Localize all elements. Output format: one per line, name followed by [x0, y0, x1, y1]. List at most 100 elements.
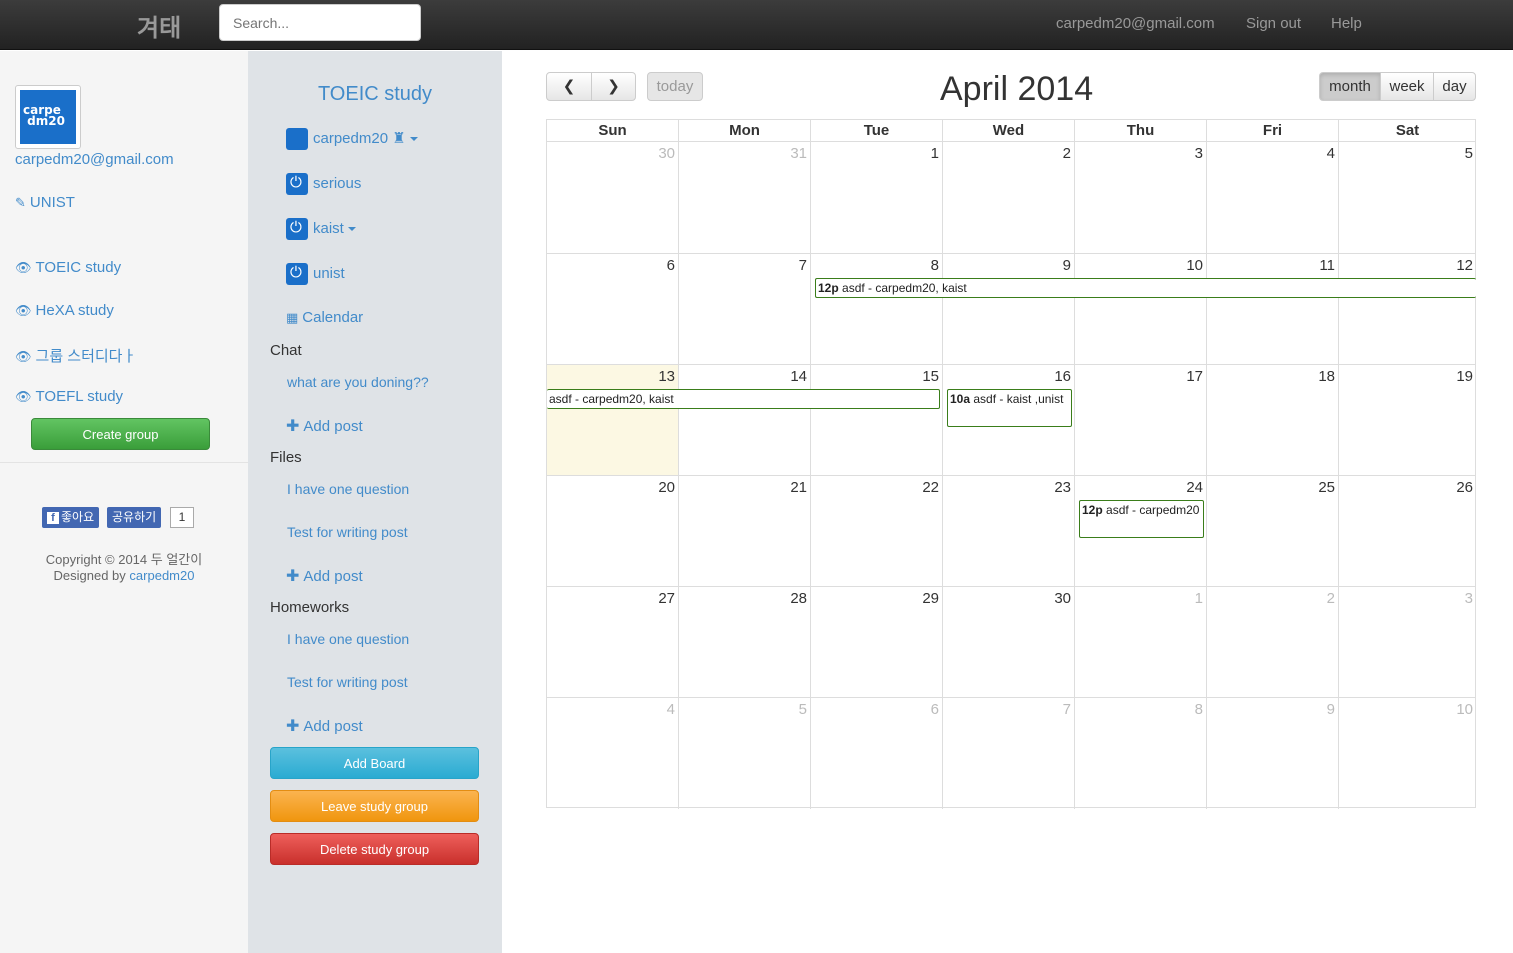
- group-link-toefl[interactable]: 👁 TOEFL study: [15, 388, 123, 405]
- weekday-header-sun: Sun: [547, 120, 679, 142]
- day-cell[interactable]: 8: [1075, 698, 1207, 809]
- day-cell[interactable]: 10: [1339, 698, 1476, 809]
- day-number: 23: [1054, 479, 1071, 496]
- post-link[interactable]: I have one question: [287, 631, 409, 647]
- sign-out-link[interactable]: Sign out: [1246, 15, 1301, 32]
- day-cell[interactable]: 12: [1339, 254, 1476, 365]
- search-input[interactable]: [219, 4, 421, 41]
- view-week-button[interactable]: week: [1380, 72, 1434, 101]
- event-title: asdf - carpedm20, kaist: [842, 281, 967, 295]
- today-button[interactable]: today: [647, 72, 703, 101]
- day-cell[interactable]: 18: [1207, 365, 1339, 476]
- event-title: asdf - kaist ,unist: [973, 392, 1064, 406]
- post-link[interactable]: I have one question: [287, 481, 409, 497]
- post-link[interactable]: Test for writing post: [287, 674, 408, 690]
- designer-link[interactable]: carpedm20: [129, 568, 194, 583]
- day-cell[interactable]: 10: [1075, 254, 1207, 365]
- calendar-event[interactable]: 12p asdf - carpedm20, kaist: [815, 278, 1476, 298]
- member-kaist[interactable]: ⏻ kaist: [286, 218, 356, 240]
- day-number: 9: [1062, 257, 1071, 274]
- facebook-like-button[interactable]: f 좋아요: [42, 507, 100, 528]
- day-cell[interactable]: 31: [679, 142, 811, 254]
- day-number: 16: [1054, 368, 1071, 385]
- day-number: 8: [1194, 701, 1203, 718]
- day-cell[interactable]: 29: [811, 587, 943, 698]
- day-cell[interactable]: 30: [547, 142, 679, 254]
- day-cell[interactable]: 13: [547, 365, 679, 476]
- next-month-button[interactable]: ❯: [591, 72, 636, 101]
- day-cell[interactable]: 7: [679, 254, 811, 365]
- create-group-button[interactable]: Create group: [31, 418, 210, 450]
- day-cell[interactable]: 9: [943, 254, 1075, 365]
- day-cell[interactable]: 8: [811, 254, 943, 365]
- profile-email-link[interactable]: carpedm20@gmail.com: [15, 151, 174, 168]
- delete-group-button[interactable]: Delete study group: [270, 833, 479, 865]
- day-cell[interactable]: 1: [811, 142, 943, 254]
- day-cell[interactable]: 9: [1207, 698, 1339, 809]
- brand-logo[interactable]: 겨태: [137, 8, 181, 43]
- user-email-link[interactable]: carpedm20@gmail.com: [1056, 15, 1215, 32]
- day-cell[interactable]: 6: [547, 254, 679, 365]
- day-cell[interactable]: 1: [1075, 587, 1207, 698]
- day-cell[interactable]: 22: [811, 476, 943, 587]
- add-post-homeworks[interactable]: ✚ Add post: [286, 716, 363, 736]
- day-cell[interactable]: 27: [547, 587, 679, 698]
- day-cell[interactable]: 2: [1207, 587, 1339, 698]
- calendar-event[interactable]: 12p asdf - carpedm20: [1079, 500, 1204, 538]
- help-link[interactable]: Help: [1331, 15, 1362, 32]
- day-cell[interactable]: 5: [679, 698, 811, 809]
- view-day-button[interactable]: day: [1433, 72, 1476, 101]
- leave-group-button[interactable]: Leave study group: [270, 790, 479, 822]
- top-navbar: 겨태 carpedm20@gmail.com Sign out Help: [0, 0, 1513, 50]
- day-cell[interactable]: 21: [679, 476, 811, 587]
- event-time: 12p: [1082, 503, 1103, 517]
- view-month-button[interactable]: month: [1319, 72, 1381, 101]
- day-cell[interactable]: 14: [679, 365, 811, 476]
- group-title[interactable]: TOEIC study: [248, 83, 502, 106]
- day-cell[interactable]: 28: [679, 587, 811, 698]
- day-cell[interactable]: 6: [811, 698, 943, 809]
- group-link-korean[interactable]: 👁 그룹 스터디다ㅏ: [15, 345, 136, 366]
- facebook-share-button[interactable]: 공유하기: [107, 507, 162, 528]
- day-cell[interactable]: 15: [811, 365, 943, 476]
- calendar-link[interactable]: ▦ Calendar: [286, 309, 363, 326]
- post-link[interactable]: Test for writing post: [287, 524, 408, 540]
- member-serious[interactable]: ⏻ serious: [286, 173, 361, 195]
- day-number: 8: [930, 257, 939, 274]
- day-cell[interactable]: 4: [1207, 142, 1339, 254]
- day-cell[interactable]: 20: [547, 476, 679, 587]
- group-link-toeic[interactable]: 👁 TOEIC study: [15, 259, 121, 276]
- day-cell[interactable]: 3: [1075, 142, 1207, 254]
- day-number: 7: [798, 257, 807, 274]
- avatar[interactable]: carpe dm20: [15, 85, 81, 149]
- day-cell[interactable]: 5: [1339, 142, 1476, 254]
- day-cell[interactable]: 7: [943, 698, 1075, 809]
- day-cell[interactable]: 2: [943, 142, 1075, 254]
- day-cell[interactable]: 19: [1339, 365, 1476, 476]
- calendar-event[interactable]: asdf - carpedm20, kaist: [547, 389, 940, 409]
- calendar-event[interactable]: 10a asdf - kaist ,unist: [947, 389, 1072, 427]
- calendar-title: April 2014: [940, 70, 1094, 108]
- day-number: 2: [1062, 145, 1071, 162]
- add-post-files[interactable]: ✚ Add post: [286, 566, 363, 586]
- group-link-hexa[interactable]: 👁 HeXA study: [15, 302, 114, 319]
- day-cell[interactable]: 30: [943, 587, 1075, 698]
- day-cell[interactable]: 3: [1339, 587, 1476, 698]
- add-board-button[interactable]: Add Board: [270, 747, 479, 779]
- day-number: 4: [1326, 145, 1335, 162]
- day-cell[interactable]: 26: [1339, 476, 1476, 587]
- school-link[interactable]: ✎ UNIST: [15, 194, 75, 211]
- day-cell[interactable]: 4: [547, 698, 679, 809]
- day-cell[interactable]: 11: [1207, 254, 1339, 365]
- power-icon: ⏻: [286, 218, 308, 240]
- member-unist[interactable]: ⏻ unist: [286, 263, 345, 285]
- post-link[interactable]: what are you doning??: [287, 374, 429, 390]
- day-cell[interactable]: 25: [1207, 476, 1339, 587]
- prev-month-button[interactable]: ❮: [546, 72, 592, 101]
- eye-icon: 👁: [15, 303, 32, 318]
- member-carpedm20[interactable]: carpedm20 ♜: [286, 128, 418, 150]
- day-cell[interactable]: 17: [1075, 365, 1207, 476]
- day-cell[interactable]: 23: [943, 476, 1075, 587]
- day-number: 17: [1186, 368, 1203, 385]
- add-post-chat[interactable]: ✚ Add post: [286, 416, 363, 436]
